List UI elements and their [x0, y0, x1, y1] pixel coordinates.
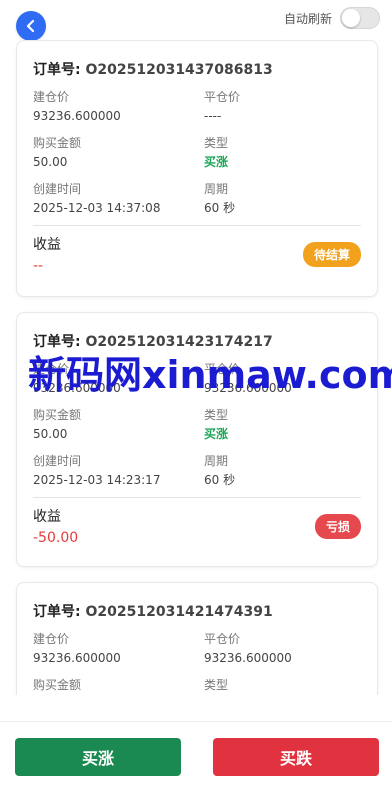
period-label: 周期 — [204, 182, 229, 196]
close-price: ---- — [204, 109, 222, 123]
created-time-label: 创建时间 — [33, 454, 82, 468]
close-price-label: 平仓价 — [204, 632, 241, 646]
period: 60 秒 — [204, 201, 236, 215]
back-button[interactable] — [16, 11, 46, 41]
created-time: 2025-12-03 14:23:17 — [33, 473, 161, 487]
auto-refresh-label: 自动刷新 — [283, 11, 332, 26]
auto-refresh-control: 自动刷新 — [284, 7, 380, 29]
open-price-label: 建仓价 — [33, 632, 70, 646]
order-type: 买涨 — [204, 427, 229, 441]
order-number-line: 订单号: O202512031437086813 — [33, 59, 361, 79]
type-label: 类型 — [204, 136, 229, 150]
order-card: 订单号: O202512031437086813 建仓价 93236.600000… — [16, 40, 378, 297]
order-type: 买涨 — [204, 155, 229, 169]
chevron-left-icon — [26, 19, 35, 33]
amount: 50.00 — [33, 155, 68, 169]
auto-refresh-toggle[interactable] — [340, 7, 380, 29]
amount: 50.00 — [33, 427, 68, 441]
amount-label: 购买金额 — [33, 136, 82, 150]
profit-label: 收益 — [33, 237, 61, 253]
order-number-line: 订单号: O202512031423174217 — [33, 331, 361, 351]
order-history-screen: 自动刷新 订单号: O202512031437086813 建仓价 93236.6… — [0, 0, 392, 789]
order-number: O202512031423174217 — [85, 334, 273, 350]
profit-value: -- — [33, 258, 44, 274]
order-number: O202512031421474391 — [85, 604, 273, 620]
order-number-label: 订单号: — [33, 334, 81, 350]
created-time: 2025-12-03 14:37:08 — [33, 201, 161, 215]
order-number-label: 订单号: — [33, 604, 81, 620]
status-badge: 亏损 — [314, 513, 361, 539]
order-number-label: 订单号: — [33, 62, 81, 78]
bottom-action-bar: 买涨 买跌 — [0, 721, 392, 789]
type-label: 类型 — [204, 678, 229, 692]
amount-label: 购买金额 — [33, 408, 82, 422]
period-label: 周期 — [204, 454, 229, 468]
buy-down-button[interactable]: 买跌 — [213, 738, 379, 776]
amount-label: 购买金额 — [33, 678, 82, 692]
buy-up-button[interactable]: 买涨 — [15, 738, 181, 776]
type-label: 类型 — [204, 408, 229, 422]
profit-value: -50.00 — [33, 530, 79, 546]
close-price-label: 平仓价 — [204, 362, 241, 376]
created-time-label: 创建时间 — [33, 182, 82, 196]
toggle-knob — [342, 9, 360, 27]
order-list[interactable]: 订单号: O202512031437086813 建仓价 93236.600000… — [0, 40, 392, 695]
open-price: 93236.600000 — [33, 109, 121, 123]
order-card: 订单号: O202512031421474391 建仓价 93236.600000… — [16, 582, 378, 695]
profit-label: 收益 — [33, 509, 61, 525]
close-price: 93236.600000 — [204, 651, 292, 665]
order-number-line: 订单号: O202512031421474391 — [33, 601, 361, 621]
close-price: 93236.600000 — [204, 381, 292, 395]
status-badge: 待结算 — [302, 241, 361, 267]
order-number: O202512031437086813 — [85, 62, 273, 78]
period: 60 秒 — [204, 473, 236, 487]
open-price: 93236.600000 — [33, 651, 121, 665]
open-price-label: 建仓价 — [33, 90, 70, 104]
open-price-label: 建仓价 — [33, 362, 70, 376]
open-price: 93236.600000 — [33, 381, 121, 395]
close-price-label: 平仓价 — [204, 90, 241, 104]
order-card: 订单号: O202512031423174217 建仓价 93236.600000… — [16, 312, 378, 567]
